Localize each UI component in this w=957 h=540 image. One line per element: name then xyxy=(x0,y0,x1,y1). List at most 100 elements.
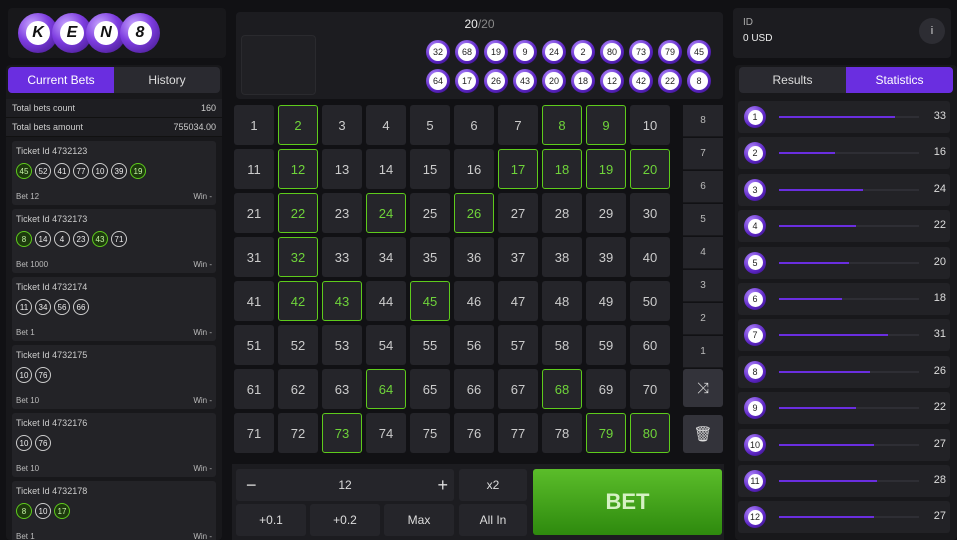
max-button[interactable]: Max xyxy=(384,504,454,536)
grid-number[interactable]: 50 xyxy=(630,281,670,321)
grid-number[interactable]: 41 xyxy=(234,281,274,321)
tab-history[interactable]: History xyxy=(114,67,220,93)
grid-number[interactable]: 18 xyxy=(542,149,582,189)
grid-number[interactable]: 80 xyxy=(630,413,670,453)
grid-number[interactable]: 13 xyxy=(322,149,362,189)
grid-number[interactable]: 43 xyxy=(322,281,362,321)
grid-number[interactable]: 25 xyxy=(410,193,450,233)
grid-number[interactable]: 17 xyxy=(498,149,538,189)
grid-number[interactable]: 28 xyxy=(542,193,582,233)
ticket-card[interactable]: Ticket Id 4732123 45 52 41 77 10 39 19 Bet 12 Win… xyxy=(12,141,216,205)
grid-number[interactable]: 7 xyxy=(498,105,538,145)
grid-number[interactable]: 78 xyxy=(542,413,582,453)
info-button[interactable]: i xyxy=(919,18,945,44)
grid-number[interactable]: 42 xyxy=(278,281,318,321)
grid-number[interactable]: 6 xyxy=(454,105,494,145)
grid-number[interactable]: 38 xyxy=(542,237,582,277)
grid-number[interactable]: 61 xyxy=(234,369,274,409)
grid-number[interactable]: 20 xyxy=(630,149,670,189)
grid-number[interactable]: 34 xyxy=(366,237,406,277)
decrease-button[interactable]: − xyxy=(246,475,257,496)
grid-number[interactable]: 48 xyxy=(542,281,582,321)
shuffle-button[interactable]: ⤨ xyxy=(683,369,723,407)
add-02-button[interactable]: +0.2 xyxy=(310,504,380,536)
grid-number[interactable]: 8 xyxy=(542,105,582,145)
clear-button[interactable]: 🗑 xyxy=(683,415,723,453)
grid-number[interactable]: 33 xyxy=(322,237,362,277)
grid-number[interactable]: 79 xyxy=(586,413,626,453)
grid-number[interactable]: 11 xyxy=(234,149,274,189)
grid-number[interactable]: 24 xyxy=(366,193,406,233)
grid-number[interactable]: 53 xyxy=(322,325,362,365)
grid-number[interactable]: 12 xyxy=(278,149,318,189)
grid-number[interactable]: 59 xyxy=(586,325,626,365)
increase-button[interactable]: + xyxy=(437,475,448,496)
grid-number[interactable]: 15 xyxy=(410,149,450,189)
grid-number[interactable]: 60 xyxy=(630,325,670,365)
grid-number[interactable]: 9 xyxy=(586,105,626,145)
grid-number[interactable]: 3 xyxy=(322,105,362,145)
grid-number[interactable]: 40 xyxy=(630,237,670,277)
tab-results[interactable]: Results xyxy=(739,67,846,93)
grid-number[interactable]: 45 xyxy=(410,281,450,321)
grid-number[interactable]: 21 xyxy=(234,193,274,233)
grid-number[interactable]: 30 xyxy=(630,193,670,233)
grid-number[interactable]: 31 xyxy=(234,237,274,277)
ticket-card[interactable]: Ticket Id 4732178 8 10 17 Bet 1 Win - xyxy=(12,481,216,540)
grid-number[interactable]: 67 xyxy=(498,369,538,409)
grid-number[interactable]: 51 xyxy=(234,325,274,365)
grid-number[interactable]: 70 xyxy=(630,369,670,409)
grid-number[interactable]: 2 xyxy=(278,105,318,145)
grid-number[interactable]: 58 xyxy=(542,325,582,365)
bet-button[interactable]: BET xyxy=(533,469,722,535)
ticket-card[interactable]: Ticket Id 4732173 8 14 4 23 43 71 Bet 1000 Win - xyxy=(12,209,216,273)
grid-number[interactable]: 55 xyxy=(410,325,450,365)
grid-number[interactable]: 39 xyxy=(586,237,626,277)
bet-amount-input[interactable]: 12 xyxy=(338,478,351,492)
tab-statistics[interactable]: Statistics xyxy=(846,67,953,93)
grid-number[interactable]: 77 xyxy=(498,413,538,453)
grid-number[interactable]: 19 xyxy=(586,149,626,189)
grid-number[interactable]: 27 xyxy=(498,193,538,233)
grid-number[interactable]: 69 xyxy=(586,369,626,409)
grid-number[interactable]: 76 xyxy=(454,413,494,453)
grid-number[interactable]: 62 xyxy=(278,369,318,409)
tab-current-bets[interactable]: Current Bets xyxy=(8,67,114,93)
grid-number[interactable]: 56 xyxy=(454,325,494,365)
grid-number[interactable]: 44 xyxy=(366,281,406,321)
grid-number[interactable]: 32 xyxy=(278,237,318,277)
grid-number[interactable]: 23 xyxy=(322,193,362,233)
grid-number[interactable]: 1 xyxy=(234,105,274,145)
grid-number[interactable]: 72 xyxy=(278,413,318,453)
grid-number[interactable]: 74 xyxy=(366,413,406,453)
ticket-card[interactable]: Ticket Id 4732175 10 76 Bet 10 Win - xyxy=(12,345,216,409)
grid-number[interactable]: 73 xyxy=(322,413,362,453)
grid-number[interactable]: 4 xyxy=(366,105,406,145)
grid-number[interactable]: 49 xyxy=(586,281,626,321)
ticket-card[interactable]: Ticket Id 4732176 10 76 Bet 10 Win - xyxy=(12,413,216,477)
grid-number[interactable]: 71 xyxy=(234,413,274,453)
all-in-button[interactable]: All In xyxy=(459,504,527,536)
grid-number[interactable]: 57 xyxy=(498,325,538,365)
grid-number[interactable]: 36 xyxy=(454,237,494,277)
grid-number[interactable]: 52 xyxy=(278,325,318,365)
grid-number[interactable]: 14 xyxy=(366,149,406,189)
grid-number[interactable]: 68 xyxy=(542,369,582,409)
grid-number[interactable]: 47 xyxy=(498,281,538,321)
grid-number[interactable]: 26 xyxy=(454,193,494,233)
add-01-button[interactable]: +0.1 xyxy=(236,504,306,536)
grid-number[interactable]: 63 xyxy=(322,369,362,409)
grid-number[interactable]: 29 xyxy=(586,193,626,233)
grid-number[interactable]: 16 xyxy=(454,149,494,189)
ticket-card[interactable]: Ticket Id 4732174 11 34 56 66 Bet 1 Win - xyxy=(12,277,216,341)
grid-number[interactable]: 10 xyxy=(630,105,670,145)
grid-number[interactable]: 66 xyxy=(454,369,494,409)
grid-number[interactable]: 46 xyxy=(454,281,494,321)
grid-number[interactable]: 54 xyxy=(366,325,406,365)
grid-number[interactable]: 37 xyxy=(498,237,538,277)
grid-number[interactable]: 22 xyxy=(278,193,318,233)
grid-number[interactable]: 5 xyxy=(410,105,450,145)
double-button[interactable]: x2 xyxy=(459,469,527,501)
grid-number[interactable]: 64 xyxy=(366,369,406,409)
grid-number[interactable]: 65 xyxy=(410,369,450,409)
